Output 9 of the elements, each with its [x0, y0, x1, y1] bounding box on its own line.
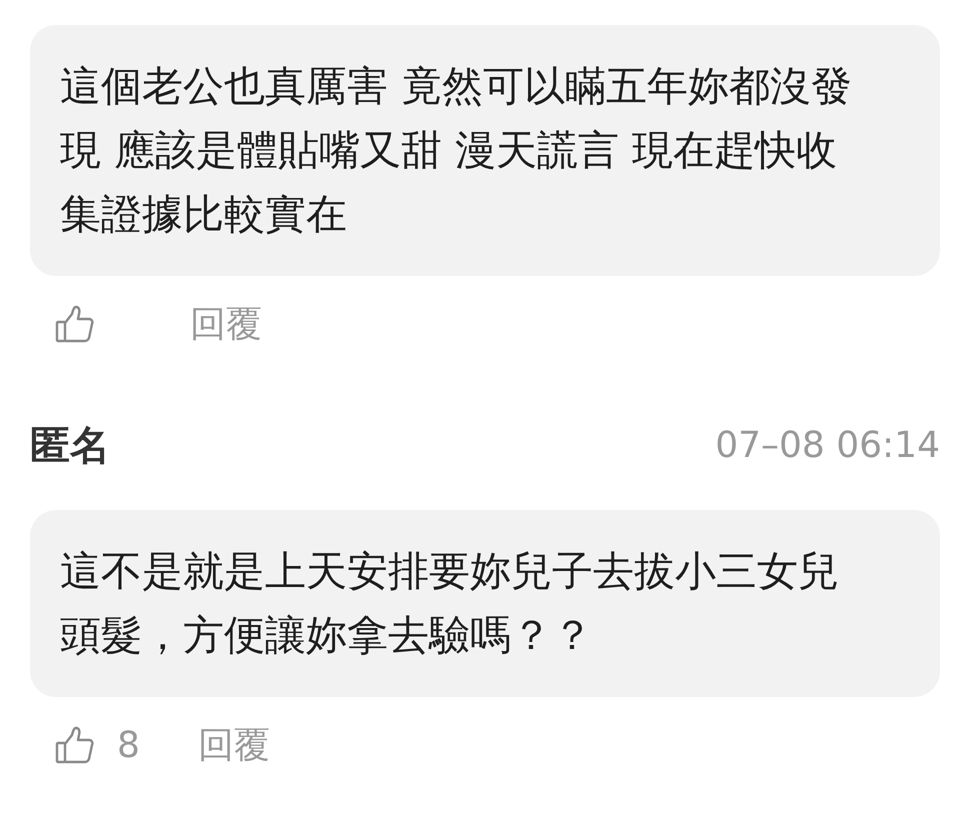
- comment-text: 這不是就是上天安排要妳兒子去拔小三女兒頭髮，方便讓妳拿去驗嗎？？: [60, 546, 840, 661]
- author-name: 匿名: [30, 422, 110, 470]
- timestamp: 07–08 06:14: [715, 424, 940, 466]
- thumbs-up-icon[interactable]: [55, 304, 95, 344]
- like-count: 8: [117, 724, 140, 766]
- reply-link[interactable]: 回覆: [198, 720, 270, 770]
- thumbs-up-icon[interactable]: [55, 725, 95, 765]
- reply-link[interactable]: 回覆: [190, 300, 262, 348]
- comment-text: 這個老公也真厲害 竟然可以瞞五年妳都沒發現 應該是體貼嘴又甜 漫天謊言 現在趕快收集證據比較實在: [60, 61, 854, 240]
